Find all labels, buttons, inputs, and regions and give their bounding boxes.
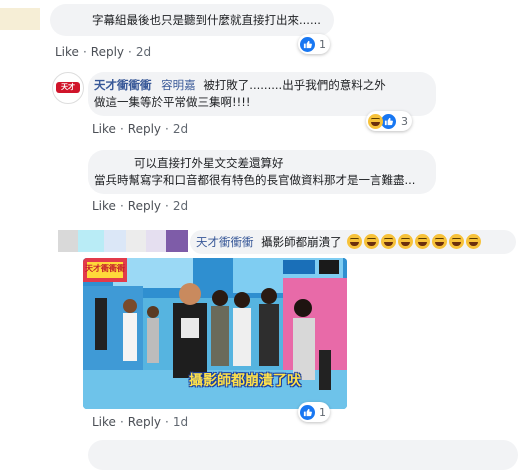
laughing-emoji-icon xyxy=(466,234,482,249)
comment-2-line-1: 天才衝衝衝 容明嘉 被打敗了.........出乎我們的意料之外 xyxy=(94,77,386,93)
comment-4-actions: Like · Reply · 1d xyxy=(92,415,189,429)
like-link[interactable]: Like xyxy=(92,199,116,213)
comment-3-line-1: 可以直接打外星文交差還算好 xyxy=(134,156,284,170)
like-reaction-icon xyxy=(300,36,315,52)
haha-reaction-icon xyxy=(368,113,383,129)
page-avatar[interactable]: 天才 xyxy=(52,72,84,104)
comment-1-actions: Like · Reply · 2d xyxy=(55,45,152,59)
reply-link[interactable]: Reply xyxy=(128,415,161,429)
comment-2-reactions[interactable]: 3 xyxy=(366,111,412,131)
comment-1-bubble: 字幕組最後也只是聽到什麼就直接打出來...... xyxy=(50,4,334,36)
comment-2-bubble: 天才衝衝衝 容明嘉 被打敗了.........出乎我們的意料之外 做這一集等於平… xyxy=(88,72,436,116)
comment-text: 攝影師都崩潰了 xyxy=(261,235,342,249)
laughing-emoji-icon xyxy=(364,234,380,249)
like-link[interactable]: Like xyxy=(92,415,116,429)
haha-emoji-row xyxy=(347,234,483,249)
comment-4-line: 天才衝衝衝 攝影師都崩潰了 xyxy=(196,234,483,250)
reaction-count: 3 xyxy=(401,114,408,128)
reaction-count: 1 xyxy=(319,405,326,419)
timestamp[interactable]: 2d xyxy=(136,45,151,59)
laughing-emoji-icon xyxy=(398,234,414,249)
laughing-emoji-icon xyxy=(449,234,465,249)
mention-link[interactable]: 容明嘉 xyxy=(161,78,196,92)
comment-2-actions: Like · Reply · 2d xyxy=(92,122,189,136)
comment-4-reactions[interactable]: 1 xyxy=(298,402,330,422)
timestamp[interactable]: 2d xyxy=(173,122,188,136)
comment-4-bubble: 天才衝衝衝 攝影師都崩潰了 xyxy=(190,230,516,254)
comment-1-avatar[interactable] xyxy=(0,8,40,30)
comment-3-line-2: 當兵時幫寫字和口音都很有特色的長官做資料那才是一言難盡... xyxy=(94,173,416,187)
reply-link[interactable]: Reply xyxy=(128,122,161,136)
photo-caption: 攝影師都崩潰了吠 xyxy=(189,373,301,389)
page-logo-text: 天才 xyxy=(61,83,75,91)
timestamp[interactable]: 1d xyxy=(173,415,188,429)
like-reaction-icon xyxy=(300,404,315,420)
comment-1-reactions[interactable]: 1 xyxy=(298,34,330,54)
comment-author[interactable]: 天才衝衝衝 xyxy=(196,235,254,249)
laughing-emoji-icon xyxy=(432,234,448,249)
timestamp[interactable]: 2d xyxy=(173,199,188,213)
comment-3-actions: Like · Reply · 2d xyxy=(92,199,189,213)
reply-link[interactable]: Reply xyxy=(91,45,124,59)
reply-link[interactable]: Reply xyxy=(128,199,161,213)
comment-3-bubble: 可以直接打外星文交差還算好 當兵時幫寫字和口音都很有特色的長官做資料那才是一言難… xyxy=(88,150,436,194)
comment-text: 被打敗了.........出乎我們的意料之外 xyxy=(203,78,386,92)
show-logo: 天才衝衝衝 xyxy=(85,264,125,273)
laughing-emoji-icon xyxy=(347,234,363,249)
laughing-emoji-icon xyxy=(415,234,431,249)
redacted-avatar xyxy=(58,230,188,252)
comment-author[interactable]: 天才衝衝衝 xyxy=(94,78,152,92)
comment-photo[interactable]: 攝影師都崩潰了吠 天才衝衝衝 xyxy=(83,258,347,409)
comment-1-text: 字幕組最後也只是聽到什麼就直接打出來...... xyxy=(92,13,321,27)
comment-2-line-2: 做這一集等於平常做三集啊!!!! xyxy=(94,95,251,109)
like-link[interactable]: Like xyxy=(92,122,116,136)
reaction-count: 1 xyxy=(319,37,326,51)
laughing-emoji-icon xyxy=(381,234,397,249)
like-link[interactable]: Like xyxy=(55,45,79,59)
comment-5-bubble xyxy=(88,440,518,470)
